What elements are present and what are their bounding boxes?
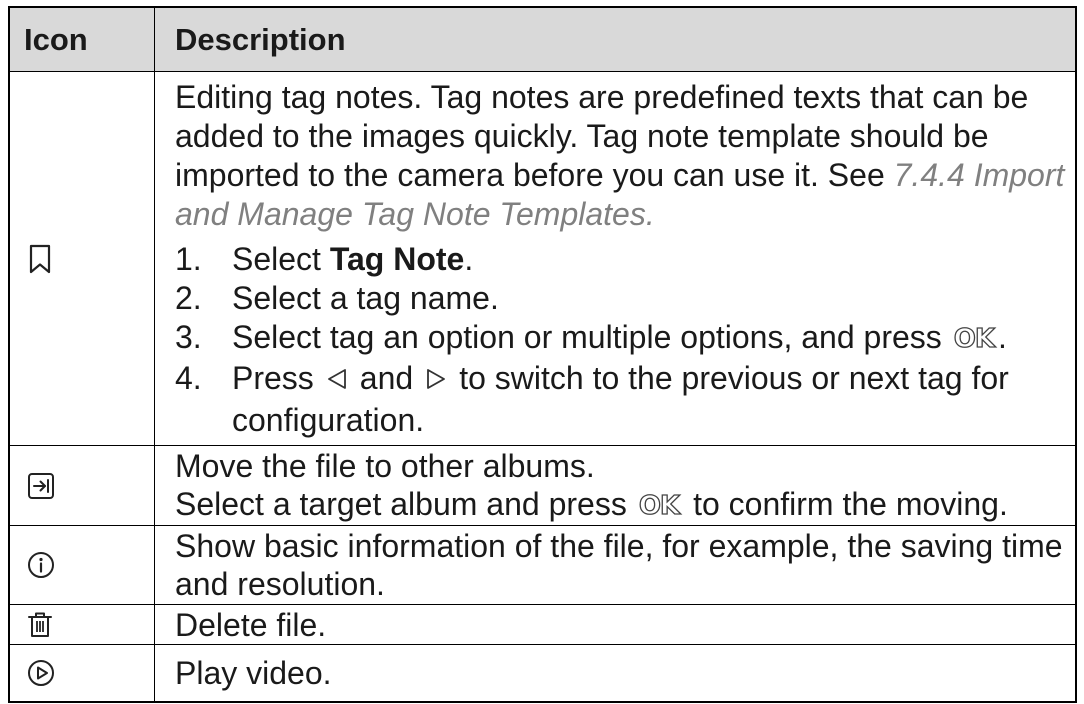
row-tag-note-icon-cell (10, 72, 155, 446)
step-number: 1. (175, 240, 202, 277)
row-move-icon-cell (10, 446, 155, 526)
step-punctuation: . (998, 318, 1007, 355)
row-tag-note-description: Editing tag notes. Tag notes are predefi… (155, 72, 1075, 446)
tag-note-intro-line: added to the images quickly. Tag note te… (175, 117, 989, 154)
row-delete-description: Delete file. (155, 605, 1075, 645)
icon-description-table: Icon Description Editing tag notes. Tag … (8, 6, 1077, 703)
tag-note-reference-line: imported to the camera before you can us… (175, 156, 1075, 195)
step-text: Press (232, 359, 314, 396)
header-icon-label: Icon (24, 21, 88, 57)
row-play-icon-cell (10, 645, 155, 701)
move-description-line: Move the file to other albums. (175, 447, 595, 484)
row-info-icon-cell (10, 526, 155, 605)
move-to-album-icon (26, 471, 56, 501)
bookmark-icon (26, 243, 54, 275)
row-info-description: Show basic information of the file, for … (155, 526, 1075, 605)
reference-link-part-2[interactable]: and Manage Tag Note Templates. (175, 195, 1075, 234)
step-text: to switch to the previous or next tag fo… (459, 359, 1009, 396)
step-text: Select tag an option or multiple options… (232, 318, 942, 355)
row-move-description: Move the file to other albums. Select a … (155, 446, 1075, 526)
play-description-line: Play video. (175, 655, 332, 691)
step-1: 1. Select Tag Note. (175, 240, 1075, 279)
reference-link-part-1[interactable]: 7.4.4 Import (894, 157, 1065, 193)
step-number: 2. (175, 279, 202, 316)
row-play-description: Play video. (155, 645, 1075, 701)
tag-note-bold: Tag Note (329, 240, 465, 277)
row-delete-icon-cell (10, 605, 155, 645)
header-description-label: Description (175, 21, 346, 57)
info-description-line: Show basic information of the file, for … (175, 528, 1063, 564)
step-number: 3. (175, 318, 202, 355)
info-description-line: and resolution. (175, 566, 385, 602)
step-text: Select a tag name. (232, 279, 499, 316)
step-text: and (359, 359, 414, 396)
step-punctuation: . (464, 240, 474, 277)
info-icon (26, 550, 56, 580)
tag-note-steps: 1. Select Tag Note. 2. Select a tag name… (175, 240, 1075, 440)
right-key-icon (423, 362, 449, 401)
move-description-line: Select a target album and press (175, 485, 627, 522)
header-icon: Icon (10, 8, 155, 72)
step-text: Select (232, 240, 330, 277)
trash-icon (26, 610, 54, 640)
ok-key-icon: OK (638, 490, 681, 521)
step-4: 4. Press and to switch to the previous or … (175, 359, 1075, 440)
play-icon (26, 658, 56, 688)
step-continuation: configuration. (232, 401, 425, 438)
header-description: Description (155, 8, 1075, 72)
step-2: 2. Select a tag name. (175, 279, 1075, 318)
delete-description-line: Delete file. (175, 606, 327, 643)
reference-lead-text: imported to the camera before you can us… (175, 156, 894, 193)
left-key-icon (324, 362, 350, 401)
step-3: 3. Select tag an option or multiple opti… (175, 318, 1075, 359)
move-description-line: to confirm the moving. (693, 485, 1008, 522)
step-number: 4. (175, 359, 202, 396)
ok-key-icon: OK (953, 323, 996, 354)
tag-note-intro-line: Editing tag notes. Tag notes are predefi… (175, 78, 1029, 115)
